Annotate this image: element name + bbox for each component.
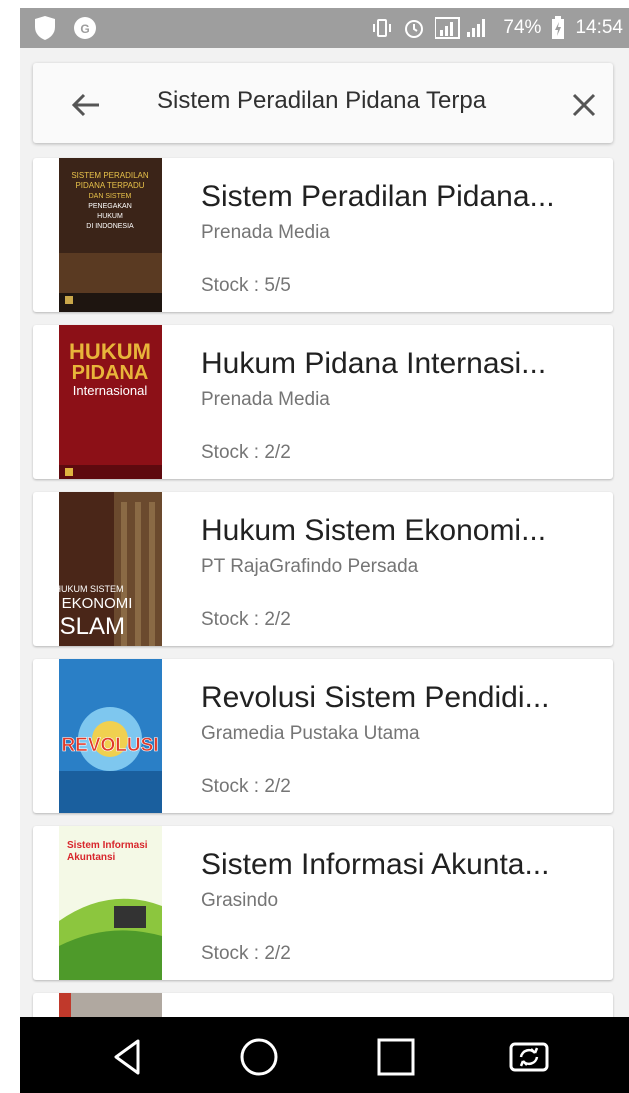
book-title: Sistem Peradilan Pidana... xyxy=(201,180,555,213)
book-stock: Stock : 2/2 xyxy=(201,609,291,630)
svg-text:REVOLUSI: REVOLUSI xyxy=(61,735,158,756)
battery-charging-icon xyxy=(552,16,565,39)
vibrate-icon xyxy=(373,19,392,37)
book-title: Hukum Pidana Internasi... xyxy=(201,347,547,380)
book-stock: Stock : 2/2 xyxy=(201,943,291,964)
book-stock: Stock : 2/2 xyxy=(201,442,291,463)
search-bar: Sistem Peradilan Pidana Terpa xyxy=(33,63,613,143)
signal-icon xyxy=(435,17,486,39)
book-list-item[interactable]: Sistem Informasi Akuntansi Sistem Inform… xyxy=(33,826,613,980)
svg-text:DI INDONESIA: DI INDONESIA xyxy=(86,223,134,230)
battery-percent: 74% xyxy=(503,17,542,38)
status-bar: G 74% 14:54 xyxy=(20,8,629,48)
search-input[interactable]: Sistem Peradilan Pidana Terpa xyxy=(157,87,486,115)
svg-text:PIDANA: PIDANA xyxy=(72,362,149,384)
navigation-bar xyxy=(20,1017,629,1093)
book-cover: HUKUM PIDANA Internasional xyxy=(59,325,162,479)
book-list-item[interactable]: REVOLUSI Revolusi Sistem Pendidi... Gram… xyxy=(33,659,613,813)
screen-rotate-icon[interactable] xyxy=(507,1035,551,1079)
recents-square-icon[interactable] xyxy=(374,1035,418,1079)
book-list-item[interactable]: SISTEM PERADILAN PIDANA TERPADU DAN SIST… xyxy=(33,158,613,312)
home-circle-icon[interactable] xyxy=(237,1035,281,1079)
book-publisher: Gramedia Pustaka Utama xyxy=(201,723,420,744)
alarm-icon xyxy=(405,20,424,38)
book-publisher: PT RajaGrafindo Persada xyxy=(201,556,419,577)
book-title: Hukum Sistem Ekonomi... xyxy=(201,514,547,547)
book-publisher: Grasindo xyxy=(201,890,279,911)
back-triangle-icon[interactable] xyxy=(106,1035,150,1079)
svg-text:PENEGAKAN: PENEGAKAN xyxy=(88,203,132,210)
svg-text:SISTEM PERADILAN: SISTEM PERADILAN xyxy=(71,171,149,180)
svg-text:ISLAM: ISLAM xyxy=(59,613,125,640)
svg-text:Sistem Informasi: Sistem Informasi xyxy=(67,840,148,851)
close-icon[interactable] xyxy=(564,85,604,125)
svg-text:G: G xyxy=(80,22,89,36)
arrow-left-icon[interactable] xyxy=(65,85,105,125)
book-stock: Stock : 5/5 xyxy=(201,275,291,296)
svg-text:Internasional: Internasional xyxy=(73,383,148,398)
book-cover: SISTEM PERADILAN PIDANA TERPADU DAN SIST… xyxy=(59,158,162,312)
book-publisher: Prenada Media xyxy=(201,222,330,243)
book-publisher: Prenada Media xyxy=(201,389,330,410)
book-title: Revolusi Sistem Pendidi... xyxy=(201,681,550,714)
svg-text:HUKUM: HUKUM xyxy=(97,213,123,220)
svg-text:PIDANA TERPADU: PIDANA TERPADU xyxy=(75,181,144,190)
book-stock: Stock : 2/2 xyxy=(201,776,291,797)
screen: G 74% 14:54 Sistem Peradilan Pidana Terp… xyxy=(20,8,629,1093)
app-notification-icon: G xyxy=(74,17,96,39)
shield-icon xyxy=(35,16,55,40)
svg-text:HUKUM: HUKUM xyxy=(69,339,151,364)
svg-text:Akuntansi: Akuntansi xyxy=(67,852,116,863)
svg-text:EKONOMI: EKONOMI xyxy=(62,595,133,612)
book-list-item[interactable]: HUKUM SISTEM EKONOMI ISLAM Hukum Sistem … xyxy=(33,492,613,646)
book-title: Sistem Informasi Akunta... xyxy=(201,848,550,881)
book-list-item[interactable]: HUKUM PIDANA Internasional Hukum Pidana … xyxy=(33,325,613,479)
book-cover: Sistem Informasi Akuntansi xyxy=(59,826,162,980)
clock: 14:54 xyxy=(575,17,623,38)
svg-text:DAN SISTEM: DAN SISTEM xyxy=(89,193,132,200)
book-cover: HUKUM SISTEM EKONOMI ISLAM xyxy=(59,492,162,646)
svg-text:HUKUM SISTEM: HUKUM SISTEM xyxy=(59,584,124,594)
book-cover: REVOLUSI xyxy=(59,659,162,813)
